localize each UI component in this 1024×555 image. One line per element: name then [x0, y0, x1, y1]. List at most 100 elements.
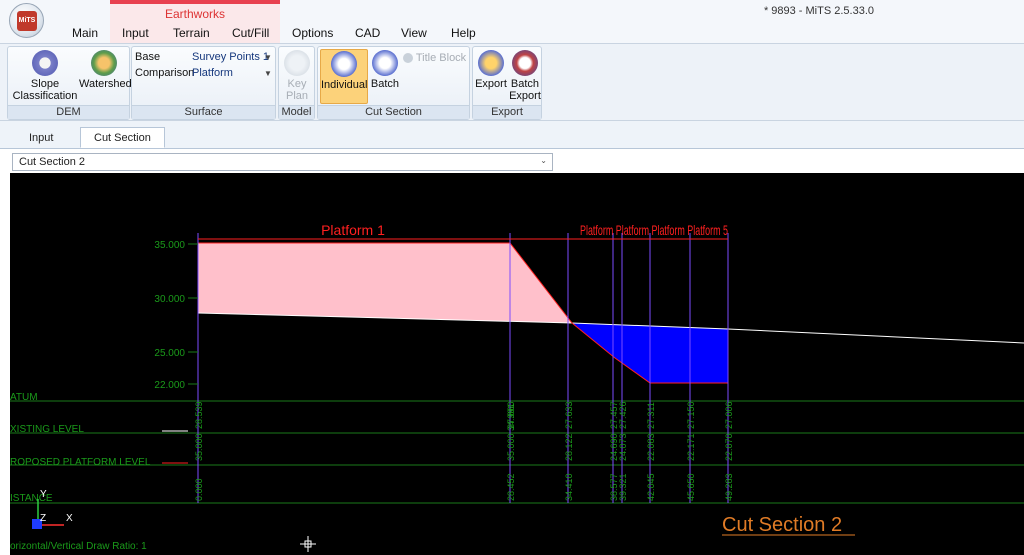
batch-export-label-2: Export	[509, 90, 541, 102]
tab-options[interactable]: Options	[292, 26, 333, 40]
group-label-cut-section: Cut Section	[318, 105, 469, 119]
station-value-labels: 28.539 35.000 0.000 27.860 35.000 34.991…	[194, 401, 734, 501]
proposed-value: 24.073	[618, 433, 628, 461]
mits-logo-icon: MiTS	[17, 11, 37, 31]
group-label-dem: DEM	[8, 105, 129, 119]
batch-section-icon	[372, 50, 398, 76]
individual-button[interactable]: Individual	[320, 49, 368, 104]
slope-classification-icon	[32, 50, 58, 76]
title-block-button[interactable]: Title Block	[403, 52, 469, 64]
tab-cad[interactable]: CAD	[355, 26, 380, 40]
proposed-value: 22.083	[646, 433, 656, 461]
draw-ratio-text: orizontal/Vertical Draw Ratio: 1	[10, 541, 147, 552]
group-label-export: Export	[473, 105, 541, 119]
tab-terrain[interactable]: Terrain	[173, 26, 210, 40]
batch-export-label-1: Batch	[510, 78, 540, 90]
crosshair-cursor-icon	[300, 536, 316, 552]
key-plan-button[interactable]: Key Plan	[281, 50, 313, 102]
distance-value: 39.321	[618, 473, 628, 501]
batch-export-icon	[512, 50, 538, 76]
elevation-25: 25.000	[154, 348, 185, 359]
context-tab-group-label: Earthworks	[164, 7, 226, 21]
export-label: Export	[475, 78, 507, 90]
proposed-value: 22.070	[724, 433, 734, 461]
group-dem: Slope Classification ▾ Watershed DEM	[7, 46, 132, 120]
proposed-value: 35.000	[194, 433, 204, 461]
tab-main[interactable]: Main	[72, 26, 98, 40]
existing-value: 27.006	[724, 401, 734, 429]
base-label: Base	[135, 51, 161, 63]
comparison-label: Comparison	[135, 67, 195, 79]
title-bar: MiTS Earthworks Main Input Terrain Cut/F…	[0, 0, 1024, 43]
group-surface: Base Survey Points 1 ▼ Comparison Platfo…	[131, 46, 276, 120]
group-export: Export Batch Export Export	[472, 46, 542, 120]
elevation-ticks	[188, 243, 198, 385]
existing-level-row-label: XISTING LEVEL	[10, 424, 84, 435]
existing-value: 27.150	[686, 401, 696, 429]
distance-value: 42.045	[646, 473, 656, 501]
distance-value: 34.410	[564, 473, 574, 501]
section-title: Cut Section 2	[722, 514, 842, 536]
application-menu-button[interactable]: MiTS	[9, 3, 44, 38]
platform-1-label: Platform 1	[321, 222, 385, 238]
tab-view[interactable]: View	[401, 26, 427, 40]
distance-value: 28.452	[506, 473, 516, 501]
elevation-30: 30.000	[154, 294, 185, 305]
group-cut-section: Individual Batch Title Block Cut Section	[317, 46, 470, 120]
chevron-down-icon[interactable]: ⌄	[540, 156, 547, 165]
tab-input[interactable]: Input	[122, 26, 149, 40]
watershed-button[interactable]: Watershed	[79, 50, 132, 90]
cut-section-select[interactable]: Cut Section 2 ⌄	[12, 153, 553, 171]
key-plan-icon	[284, 50, 310, 76]
watershed-label: Watershed	[79, 78, 132, 90]
batch-export-button[interactable]: Batch Export	[508, 50, 542, 102]
cut-section-select-value: Cut Section 2	[19, 156, 86, 168]
distance-value: 45.650	[686, 473, 696, 501]
batch-label: Batch	[370, 78, 400, 90]
document-tabs: Input Cut Section	[0, 121, 1024, 148]
slope-label-2: Classification	[12, 90, 78, 102]
cad-drawing-canvas[interactable]: Platform 1 Platform Platform Platform Pl…	[10, 173, 1024, 555]
subtab-cut-section[interactable]: Cut Section	[80, 127, 165, 148]
distance-value: 49.283	[724, 473, 734, 501]
existing-value: 28.539	[194, 401, 204, 429]
tab-help[interactable]: Help	[451, 26, 476, 40]
axis-z-label: Z	[40, 513, 46, 524]
title-block-icon	[403, 53, 413, 64]
watershed-icon	[91, 50, 117, 76]
elevation-35: 35.000	[154, 240, 185, 251]
base-dropdown-icon[interactable]: ▼	[264, 53, 272, 62]
key-plan-label-1: Key	[287, 78, 307, 90]
tab-cut-fill[interactable]: Cut/Fill	[232, 26, 269, 40]
axis-y-label: Y	[40, 489, 47, 500]
overlapping-platform-labels: Platform Platform Platform Platform 5	[580, 222, 728, 238]
proposed-value: 22.171	[686, 433, 696, 461]
existing-value: 27.426	[618, 401, 628, 429]
export-button[interactable]: Export	[475, 50, 507, 90]
ribbon: Slope Classification ▾ Watershed DEM Bas…	[0, 43, 1024, 121]
group-model: Key Plan Model	[278, 46, 315, 120]
individual-label: Individual	[321, 79, 368, 91]
slope-label-1: Slope	[30, 78, 60, 90]
batch-button[interactable]: Batch	[368, 50, 402, 90]
individual-section-icon	[331, 51, 357, 77]
subtab-input[interactable]: Input	[15, 127, 67, 148]
group-label-model: Model	[279, 105, 314, 119]
distance-value: 0.000	[194, 478, 204, 501]
comparison-dropdown-icon[interactable]: ▼	[264, 69, 272, 78]
existing-value: 27.633	[564, 401, 574, 429]
proposed-value: 35.000 34.991	[506, 403, 516, 461]
context-tab-bar	[110, 0, 280, 4]
base-select[interactable]: Survey Points 1	[192, 51, 269, 63]
axis-x-label: X	[66, 513, 73, 524]
datum-row-label: ATUM	[10, 392, 38, 403]
key-plan-label-2: Plan	[285, 90, 309, 102]
existing-value: 27.311	[646, 402, 656, 429]
comparison-select[interactable]: Platform	[192, 67, 233, 79]
cut-section-drawing: Platform 1 Platform Platform Platform Pl…	[10, 222, 1024, 552]
window-title: * 9893 - MiTS 2.5.33.0	[763, 5, 874, 17]
fill-area	[198, 243, 572, 323]
section-selector-bar: Cut Section 2 ⌄	[0, 148, 1024, 173]
proposed-value: 28.122	[564, 433, 574, 461]
export-icon	[478, 50, 504, 76]
